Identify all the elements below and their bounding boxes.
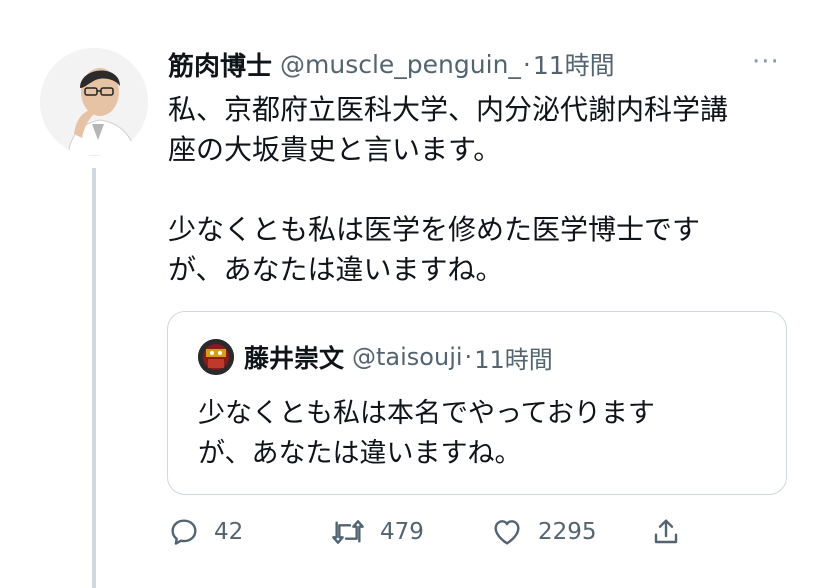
author-display-name[interactable]: 筋肉博士 [168, 46, 272, 83]
quoted-author-handle: @taisouji [352, 343, 463, 371]
reply-button[interactable]: 42 [168, 510, 243, 554]
quoted-avatar-image [198, 339, 234, 375]
reply-icon [171, 519, 197, 545]
author-handle[interactable]: @muscle_penguin_ [280, 50, 521, 79]
more-icon[interactable]: ··· [752, 49, 780, 75]
thread-connector-line [92, 168, 96, 588]
quoted-tweet-card[interactable]: 藤井崇文 @taisouji · 11時間 少なくとも私は本名でやっております … [167, 311, 787, 495]
like-button[interactable]: 2295 [490, 510, 597, 554]
tweet-text: 私、京都府立医科大学、内分泌代謝内科学講 座の大坂貴史と言います。 少なくとも私… [168, 93, 729, 286]
quoted-tweet-timestamp: 11時間 [474, 345, 553, 374]
tweet-timestamp[interactable]: 11時間 [533, 46, 615, 82]
retweet-button[interactable]: 479 [330, 510, 424, 554]
separator-dot: · [522, 49, 531, 79]
author-avatar[interactable] [40, 48, 148, 156]
retweet-icon [332, 520, 364, 544]
retweet-count: 479 [380, 519, 424, 545]
like-count: 2295 [538, 519, 597, 545]
quoted-separator-dot: · [464, 343, 473, 371]
quoted-author-display-name: 藤井崇文 [244, 344, 345, 373]
heart-icon [494, 520, 520, 545]
tweet-header: 筋肉博士 @muscle_penguin_ · 11時間 [168, 44, 615, 84]
quoted-tweet-header: 藤井崇文 @taisouji · 11時間 [244, 338, 553, 376]
quoted-tweet-text: 少なくとも私は本名でやっております が、あなたは違いますね。 [198, 398, 655, 469]
share-button[interactable] [650, 510, 682, 554]
quoted-author-avatar [198, 339, 234, 375]
share-icon [654, 519, 678, 544]
avatar-image [40, 48, 148, 156]
reply-count: 42 [214, 519, 244, 545]
